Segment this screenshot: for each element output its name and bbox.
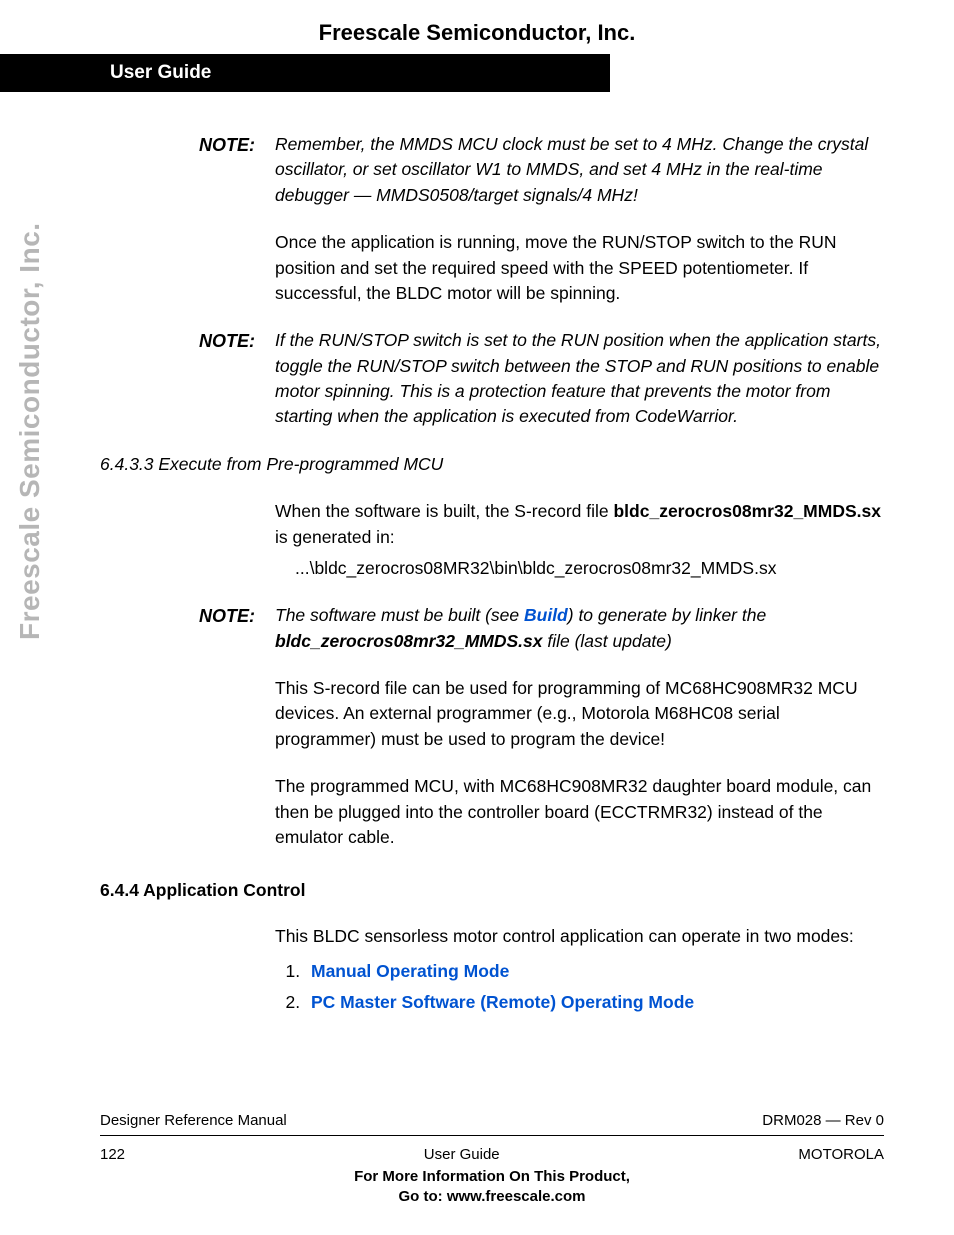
footer-brand: MOTOROLA	[798, 1146, 884, 1163]
subsection-heading: 6.4.3.3 Execute from Pre-programmed MCU	[100, 452, 884, 477]
footer-url: Go to: www.freescale.com	[100, 1187, 884, 1207]
note-block-2: NOTE: If the RUN/STOP switch is set to t…	[100, 328, 884, 430]
manual-mode-link[interactable]: Manual Operating Mode	[311, 961, 509, 981]
filename: bldc_zerocros08mr32_MMDS.sx	[613, 501, 880, 521]
footer-more-info: For More Information On This Product, Go…	[100, 1167, 884, 1208]
footer-line1: For More Information On This Product,	[100, 1167, 884, 1187]
vertical-company-label: Freescale Semiconductor, Inc.	[14, 222, 46, 640]
footer-section: User Guide	[424, 1146, 500, 1163]
note-label: NOTE:	[100, 603, 275, 654]
text-run: file (last update)	[542, 631, 671, 651]
paragraph-block: Once the application is running, move th…	[100, 230, 884, 306]
filename: bldc_zerocros08mr32_MMDS.sx	[275, 631, 542, 651]
company-header: Freescale Semiconductor, Inc.	[0, 0, 954, 54]
list-item: Manual Operating Mode	[305, 959, 884, 984]
note-label: NOTE:	[100, 328, 275, 430]
note-label: NOTE:	[100, 132, 275, 208]
paragraph-text: This BLDC sensorless motor control appli…	[275, 924, 884, 1022]
page-number: 122	[100, 1146, 125, 1163]
text-run: When the software is built, the S-record…	[275, 501, 613, 521]
footer-doc-rev: DRM028 — Rev 0	[762, 1112, 884, 1129]
paragraph-text: Once the application is running, move th…	[275, 230, 884, 306]
paragraph-block: This BLDC sensorless motor control appli…	[100, 924, 884, 1022]
text-run: This BLDC sensorless motor control appli…	[275, 926, 854, 946]
note-body: Remember, the MMDS MCU clock must be set…	[275, 132, 884, 208]
section-heading: 6.4.4 Application Control	[100, 878, 884, 903]
note-block-1: NOTE: Remember, the MMDS MCU clock must …	[100, 132, 884, 208]
text-run: ) to generate by linker the	[568, 605, 766, 625]
paragraph-block: The programmed MCU, with MC68HC908MR32 d…	[100, 774, 884, 850]
paragraph-block: This S-record file can be used for progr…	[100, 676, 884, 752]
mode-list: Manual Operating Mode PC Master Software…	[305, 959, 884, 1016]
text-run: The software must be built (see	[275, 605, 524, 625]
list-item: PC Master Software (Remote) Operating Mo…	[305, 990, 884, 1015]
note-body: The software must be built (see Build) t…	[275, 603, 884, 654]
paragraph-text: The programmed MCU, with MC68HC908MR32 d…	[275, 774, 884, 850]
footer-manual-title: Designer Reference Manual	[100, 1112, 287, 1129]
build-link[interactable]: Build	[524, 605, 568, 625]
note-block-3: NOTE: The software must be built (see Bu…	[100, 603, 884, 654]
section-bar: User Guide	[0, 54, 610, 92]
page-footer: Designer Reference Manual DRM028 — Rev 0…	[100, 1112, 884, 1208]
note-body: If the RUN/STOP switch is set to the RUN…	[275, 328, 884, 430]
page-content: NOTE: Remember, the MMDS MCU clock must …	[0, 92, 954, 1022]
text-run: is generated in:	[275, 527, 395, 547]
pc-master-mode-link[interactable]: PC Master Software (Remote) Operating Mo…	[311, 992, 694, 1012]
paragraph-text: This S-record file can be used for progr…	[275, 676, 884, 752]
paragraph-block: When the software is built, the S-record…	[100, 499, 884, 581]
file-path: ...\bldc_zerocros08MR32\bin\bldc_zerocro…	[295, 556, 884, 581]
paragraph-text: When the software is built, the S-record…	[275, 499, 884, 581]
